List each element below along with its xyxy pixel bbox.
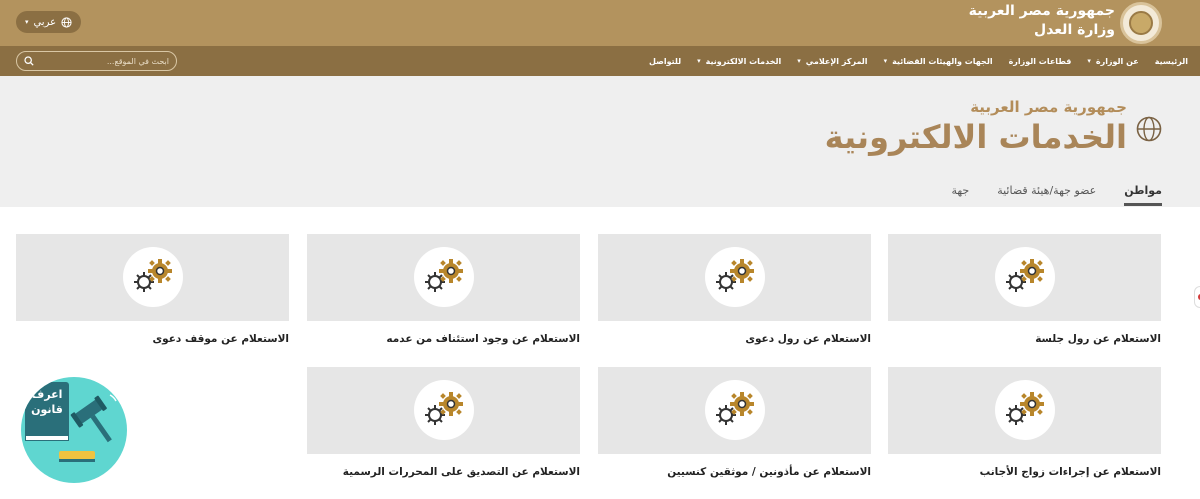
side-feedback-tab[interactable] (1194, 286, 1200, 308)
page-hero: جمهورية مصر العربية الخدمات الالكترونية … (0, 76, 1200, 207)
nav-item-2[interactable]: قطاعات الوزارة (1009, 57, 1072, 66)
service-card-image[interactable] (598, 234, 871, 321)
gears-icon (994, 380, 1055, 440)
service-card[interactable]: الاستعلام عن مأذونين / موثقين كنسيين (598, 367, 871, 478)
service-card-image[interactable] (307, 367, 580, 454)
service-card[interactable]: الاستعلام عن رول جلسة (888, 234, 1161, 345)
gears-icon (704, 247, 765, 307)
nav-item-6[interactable]: للتواصل (649, 57, 681, 66)
nav-menu: الرئيسية عن الوزارة ▾ قطاعات الوزارة الجهات … (649, 46, 1188, 76)
chevron-down-icon: ▾ (883, 57, 888, 65)
nav-item-4[interactable]: المركز الإعلامي ▾ (797, 57, 867, 66)
globe-icon (61, 16, 72, 28)
service-card[interactable]: الاستعلام عن موقف دعوى (16, 234, 289, 345)
service-card-image[interactable] (888, 367, 1161, 454)
service-card[interactable]: الاستعلام عن التصديق على المحررات الرسمي… (307, 367, 580, 478)
service-card[interactable]: الاستعلام عن وجود استئناف من عدمه (307, 234, 580, 345)
nav-item-0[interactable]: الرئيسية (1155, 57, 1188, 66)
tab-2[interactable]: جهة (951, 184, 969, 206)
brand-ministry: وزارة العدل (1034, 22, 1115, 38)
service-card-image[interactable] (16, 234, 289, 321)
chevron-down-icon: ▾ (797, 57, 801, 65)
nav-item-label: الجهات والهيئات القضائية (892, 56, 993, 66)
page-title: الخدمات الالكترونية (824, 118, 1127, 156)
know-law-badge[interactable]: اعرف قانون (21, 377, 127, 483)
search-box[interactable] (16, 51, 177, 71)
service-card-title[interactable]: الاستعلام عن موقف دعوى (16, 333, 289, 345)
gavel-block (59, 451, 95, 459)
nav-item-label: عن الوزارة (1095, 56, 1139, 66)
nav-item-label: الرئيسية (1154, 56, 1188, 66)
nav-item-label: قطاعات الوزارة (1008, 56, 1072, 66)
service-card-image[interactable] (888, 234, 1161, 321)
badge-line1: اعرف (31, 388, 63, 401)
service-card-title[interactable]: الاستعلام عن التصديق على المحررات الرسمي… (307, 466, 580, 478)
ministry-logo[interactable] (1120, 2, 1162, 44)
nav-item-3[interactable]: الجهات والهيئات القضائية ▾ (884, 57, 993, 66)
nav-item-5[interactable]: الخدمات الالكترونية ▾ (697, 57, 781, 66)
chevron-down-icon: ▾ (697, 57, 701, 65)
chevron-down-icon: ▾ (24, 18, 29, 26)
chevron-down-icon: ▾ (1087, 57, 1091, 65)
nav-item-label: للتواصل (648, 56, 682, 66)
badge-line2: قانون (31, 403, 63, 416)
service-card-image[interactable] (598, 367, 871, 454)
tab-0[interactable]: مواطن (1124, 184, 1162, 206)
gears-icon (704, 380, 765, 440)
service-card[interactable]: الاستعلام عن رول دعوى (598, 234, 871, 345)
nav-item-label: الخدمات الالكترونية (705, 56, 782, 66)
brand-country: جمهورية مصر العربية (968, 3, 1115, 19)
search-icon[interactable] (24, 56, 34, 66)
gears-icon (413, 380, 474, 440)
gears-icon (413, 247, 474, 307)
tab-1[interactable]: عضو جهة/هيئة قضائية (997, 184, 1096, 206)
gavel-icon (70, 394, 117, 443)
service-card-title[interactable]: الاستعلام عن إجراءات زواج الأجانب (888, 466, 1161, 478)
globe-icon (1136, 116, 1162, 142)
service-card-title[interactable]: الاستعلام عن وجود استئناف من عدمه (307, 333, 580, 345)
language-label: عربي (33, 16, 57, 28)
service-card-title[interactable]: الاستعلام عن مأذونين / موثقين كنسيين (598, 466, 871, 478)
audience-tabs: مواطن عضو جهة/هيئة قضائية جهة (951, 184, 1162, 206)
gears-icon (994, 247, 1055, 307)
top-header: ▾ عربي جمهورية مصر العربية وزارة العدل (0, 0, 1200, 46)
search-input[interactable] (44, 56, 169, 66)
service-card-title[interactable]: الاستعلام عن رول جلسة (888, 333, 1161, 345)
service-card[interactable]: الاستعلام عن إجراءات زواج الأجانب (888, 367, 1161, 478)
nav-item-1[interactable]: عن الوزارة ▾ (1087, 57, 1138, 66)
service-card-title[interactable]: الاستعلام عن رول دعوى (598, 333, 871, 345)
page-subtitle: جمهورية مصر العربية (970, 98, 1127, 116)
language-switch-button[interactable]: ▾ عربي (16, 11, 81, 33)
service-card-image[interactable] (307, 234, 580, 321)
brand-text[interactable]: جمهورية مصر العربية وزارة العدل (969, 2, 1115, 40)
nav-item-label: المركز الإعلامي (805, 56, 868, 66)
gears-icon (122, 247, 183, 307)
main-nav: الرئيسية عن الوزارة ▾ قطاعات الوزارة الجهات … (0, 46, 1200, 76)
